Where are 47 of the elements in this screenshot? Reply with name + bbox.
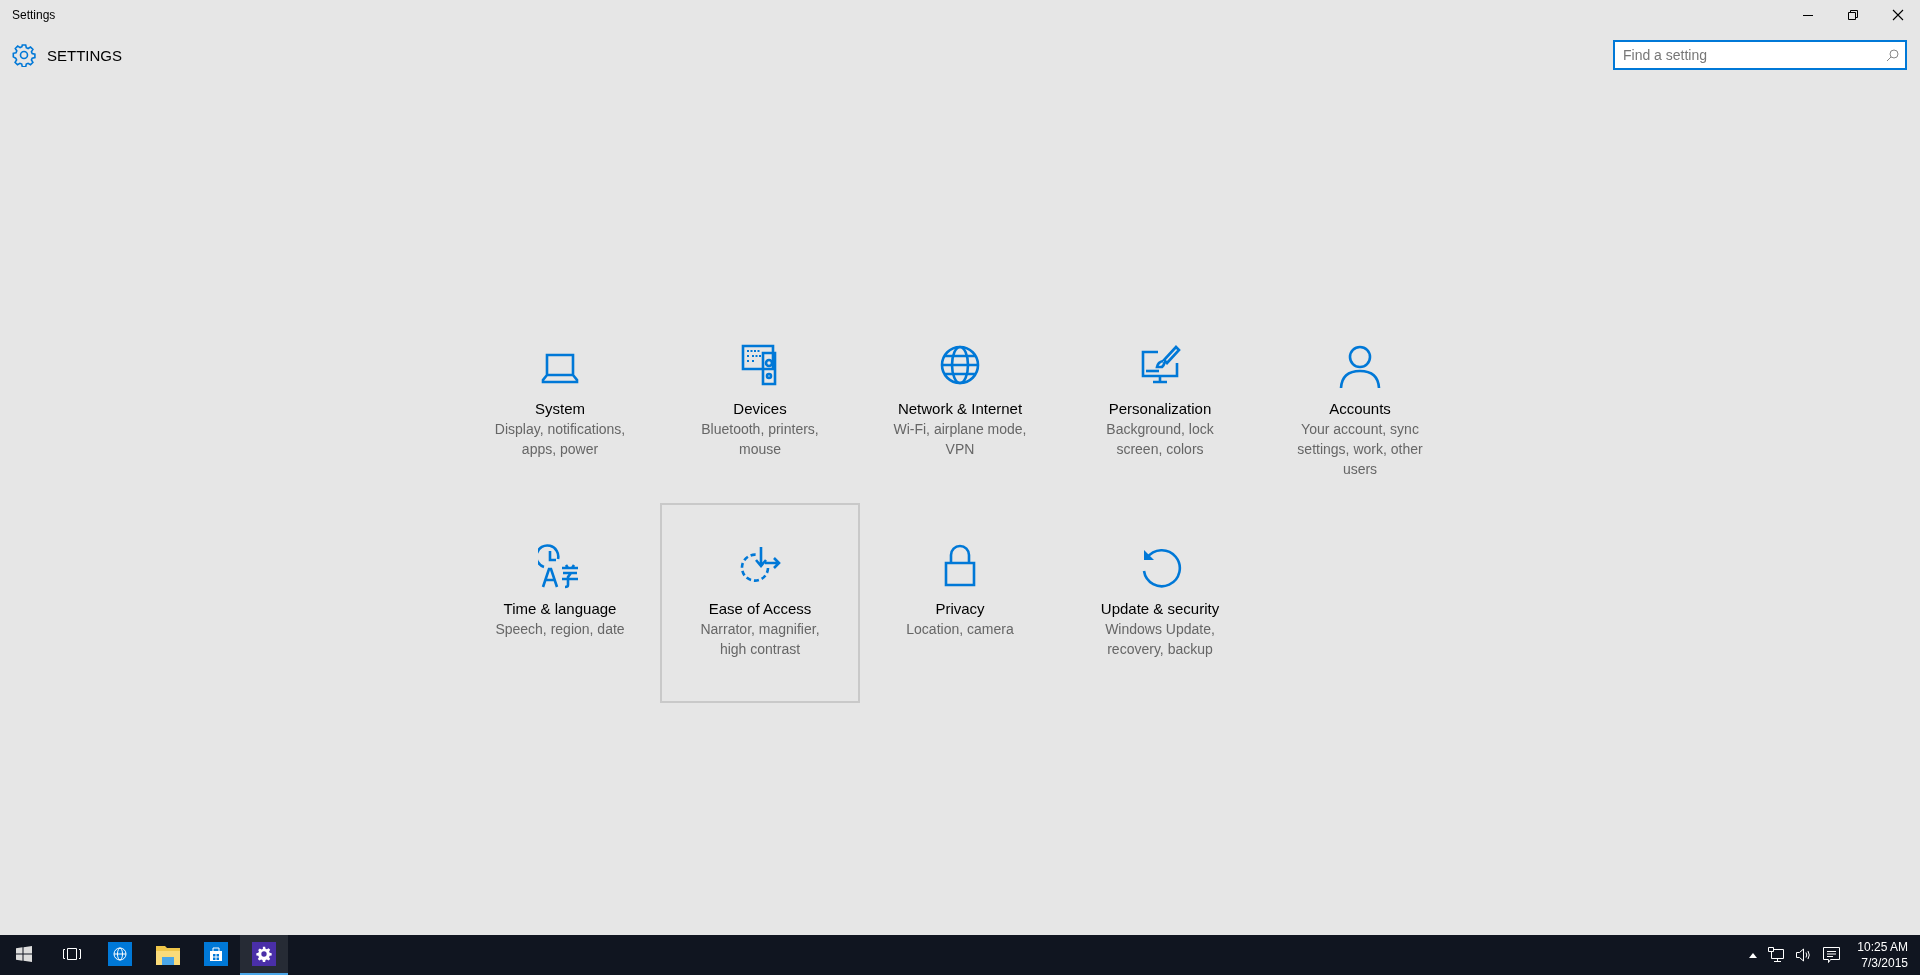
page-title: SETTINGS	[47, 46, 122, 64]
category-tile[interactable]: Network & Internet Wi-Fi, airplane mode, VPN	[860, 303, 1060, 503]
settings-icon	[12, 43, 36, 67]
category-tile[interactable]: Update & security Windows Update, recovery, backup	[1060, 503, 1260, 703]
category-title: Personalization	[1108, 399, 1212, 419]
category-tile[interactable]: Accounts Your account, sync settings, work, other users	[1260, 303, 1460, 503]
network-icon[interactable]	[1768, 947, 1785, 963]
search-icon	[1886, 49, 1899, 62]
close-icon	[1891, 9, 1904, 21]
category-title: System	[535, 399, 585, 419]
category-title: Time & language	[503, 599, 617, 619]
category-title: Privacy	[935, 599, 985, 619]
category-description: Speech, region, date	[495, 620, 625, 639]
gear-icon	[252, 942, 276, 966]
category-tile[interactable]: Privacy Location, camera	[860, 503, 1060, 703]
category-title: Update & security	[1100, 599, 1220, 619]
category-title: Network & Internet	[897, 399, 1023, 419]
globe-icon	[108, 942, 132, 966]
speaker-icon[interactable]	[1795, 948, 1813, 962]
category-description: Bluetooth, printers, mouse	[700, 420, 820, 459]
category-tile[interactable]: Personalization Background, lock screen, colors	[1060, 303, 1260, 503]
category-title: Devices	[733, 399, 787, 419]
category-tile[interactable]: Ease of Access Narrator, magnifier, high contrast	[660, 503, 860, 703]
folder-icon	[156, 943, 180, 965]
settings-app-button[interactable]	[240, 935, 288, 975]
category-description: Windows Update, recovery, backup	[1104, 620, 1216, 659]
notification-icon[interactable]	[1823, 946, 1841, 964]
shopping-bag-icon	[204, 942, 228, 966]
windows-logo-icon	[16, 946, 32, 962]
category-description: Wi-Fi, airplane mode, VPN	[892, 420, 1028, 459]
search-field[interactable]: Find a setting	[1613, 40, 1907, 70]
category-tile[interactable]: System Display, notifications, apps, power	[460, 303, 660, 503]
chevron-up-icon[interactable]	[1749, 952, 1758, 958]
person-icon	[1338, 343, 1382, 389]
category-description: Your account, sync settings, work, other users	[1296, 420, 1424, 479]
task-view-icon	[62, 947, 82, 961]
category-description: Background, lock screen, colors	[1105, 420, 1215, 459]
category-description: Narrator, magnifier, high contrast	[699, 620, 821, 659]
category-description: Display, notifications, apps, power	[493, 420, 627, 459]
category-tile[interactable]: Devices Bluetooth, printers, mouse	[660, 303, 860, 503]
restore-icon	[1846, 9, 1859, 21]
category-title: Accounts	[1329, 399, 1391, 419]
category-description: Location, camera	[906, 620, 1014, 639]
category-title: Ease of Access	[708, 599, 812, 619]
window-title: Settings	[12, 8, 56, 22]
category-tile[interactable]: Time & language Speech, region, date	[460, 503, 660, 703]
clock[interactable]: 10:25 AM 7/3/2015	[1857, 939, 1908, 971]
